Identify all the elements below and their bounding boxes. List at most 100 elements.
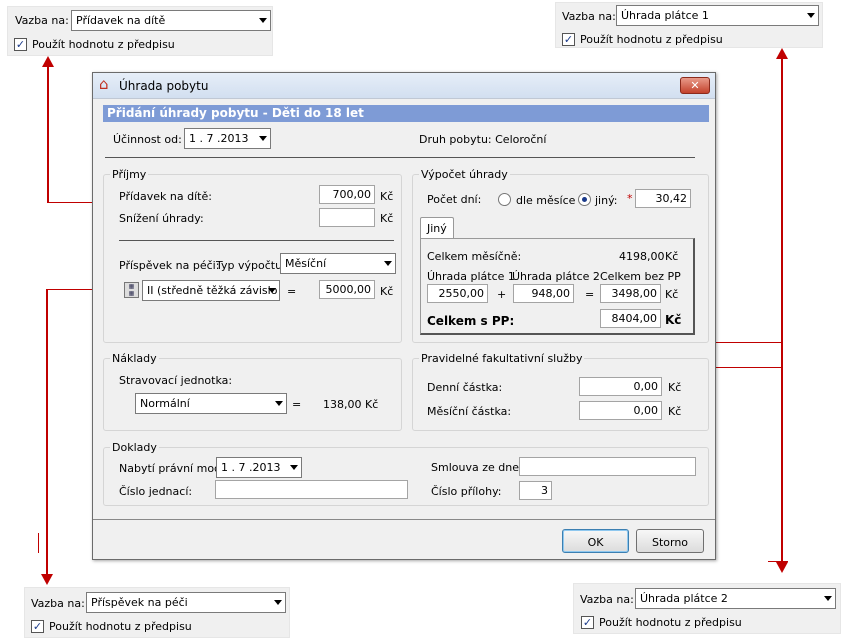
naklady-title: Náklady xyxy=(110,352,159,365)
prispevek-input[interactable]: 5000,00 xyxy=(319,280,375,299)
strav-select[interactable]: Normální xyxy=(135,393,287,414)
use-value-checkbox[interactable]: ✓ xyxy=(31,620,44,633)
uhrada2-input[interactable]: 948,00 xyxy=(513,284,574,303)
chevron-down-icon xyxy=(259,18,267,23)
use-value-checkbox[interactable]: ✓ xyxy=(581,616,594,629)
chevron-down-icon xyxy=(384,261,392,266)
equals-sign: = xyxy=(292,398,302,411)
celkem-bez-label: Celkem bez PP xyxy=(600,270,681,283)
uhrada1-label: Úhrada plátce 1 xyxy=(427,270,515,283)
use-value-label: Použít hodnotu z předpisu xyxy=(580,33,723,46)
callout-top-left: Vazba na: Přídavek na dítě ✓ Použít hodn… xyxy=(7,6,273,56)
connector-line xyxy=(768,561,788,562)
callout-bottom-right: Vazba na: Úhrada plátce 2 ✓ Použít hodno… xyxy=(573,583,841,634)
table-icon[interactable]: ▦ ▦ xyxy=(124,282,139,298)
plus-sign: + xyxy=(497,288,507,301)
close-icon: ✕ xyxy=(690,79,700,92)
kc-unit: Kč xyxy=(380,285,394,298)
prilohy-label: Číslo přílohy: xyxy=(431,485,502,498)
typ-vypoctu-label: Typ výpočtu: xyxy=(216,259,286,272)
connector-line xyxy=(47,66,49,203)
mesicni-input[interactable]: 0,00 xyxy=(579,401,662,420)
chevron-down-icon xyxy=(824,596,832,601)
form-header: Přidání úhrady pobytu - Děti do 18 let xyxy=(103,105,709,122)
equals-sign: = xyxy=(585,288,595,301)
ok-button[interactable]: OK xyxy=(562,529,629,553)
radio-dle-mesice-label: dle měsíce xyxy=(516,194,576,207)
celkem-bez-input: 3498,00 xyxy=(600,284,661,303)
use-value-label: Použít hodnotu z předpisu xyxy=(32,38,175,51)
mesicni-label: Měsíční částka: xyxy=(427,405,512,418)
callout-bottom-left: Vazba na: Příspěvek na péči ✓ Použít hod… xyxy=(24,587,290,638)
tab-jiny[interactable]: Jiný xyxy=(420,217,454,239)
use-value-checkbox[interactable]: ✓ xyxy=(14,38,27,51)
uhrada2-label: Úhrada plátce 2 xyxy=(512,270,600,283)
arrow-down-icon xyxy=(41,574,53,585)
vazba-label: Vazba na: xyxy=(580,593,634,606)
storno-button[interactable]: Storno xyxy=(636,529,704,553)
nabyti-label: Nabytí právní moci: xyxy=(119,462,227,475)
prispevek-label: Příspěvek na péči: xyxy=(119,259,220,272)
connector-line xyxy=(46,289,48,575)
vazba-select[interactable]: Úhrada plátce 2 xyxy=(635,588,836,609)
kc-unit: Kč xyxy=(665,313,682,327)
chevron-down-icon xyxy=(275,401,283,406)
cislo-jednaci-label: Číslo jednací: xyxy=(119,485,193,498)
vazba-select[interactable]: Přídavek na dítě xyxy=(71,10,271,31)
vazba-select[interactable]: Příspěvek na péči xyxy=(86,592,286,613)
connector-line xyxy=(781,58,783,564)
arrow-up-icon xyxy=(42,56,54,67)
celkem-mesicne-label: Celkem měsíčně: xyxy=(427,250,522,263)
pridavek-input[interactable]: 700,00 xyxy=(319,185,375,204)
divider xyxy=(105,157,695,158)
chevron-down-icon xyxy=(807,13,815,18)
snizeni-label: Snížení úhrady: xyxy=(119,212,204,225)
kc-unit: Kč xyxy=(665,288,679,301)
vazba-label: Vazba na: xyxy=(562,10,616,23)
chevron-down-icon xyxy=(274,600,282,605)
chevron-down-icon xyxy=(268,288,276,293)
vazba-label: Vazba na: xyxy=(31,597,85,610)
stupen-select[interactable]: II (středně těžká závislo xyxy=(142,280,280,301)
sluzby-group xyxy=(412,358,709,431)
dialog-title: Úhrada pobytu xyxy=(119,79,209,93)
snizeni-input[interactable] xyxy=(319,208,375,227)
arrow-down-icon xyxy=(776,562,788,573)
ucinnost-label: Účinnost od: xyxy=(113,133,182,146)
radio-jiny[interactable] xyxy=(578,193,591,206)
uhrada1-input[interactable]: 2550,00 xyxy=(427,284,488,303)
celkem-spp-label: Celkem s PP: xyxy=(427,314,515,328)
required-asterisk: * xyxy=(627,192,633,205)
vazba-select[interactable]: Úhrada plátce 1 xyxy=(616,5,819,26)
strav-label: Stravovací jednotka: xyxy=(119,374,233,387)
radio-dle-mesice[interactable] xyxy=(498,193,511,206)
ucinnost-date-picker[interactable]: 1 . 7 .2013 xyxy=(184,128,271,149)
use-value-checkbox[interactable]: ✓ xyxy=(562,33,575,46)
nabyti-date-picker[interactable]: 1 . 7 .2013 xyxy=(216,457,302,478)
denni-label: Denní částka: xyxy=(427,381,503,394)
arrow-up-icon xyxy=(776,48,788,59)
typ-vypoctu-select[interactable]: Měsíční xyxy=(280,253,396,274)
house-icon: ⌂ xyxy=(99,75,109,93)
equals-sign: = xyxy=(287,285,297,298)
prijmy-title: Příjmy xyxy=(110,168,149,181)
dialog-window: ⌂ Úhrada pobytu ✕ Přidání úhrady pobytu … xyxy=(92,72,716,560)
kc-unit: Kč xyxy=(668,405,682,418)
sluzby-title: Pravidelné fakultativní služby xyxy=(419,352,585,365)
kc-unit: Kč xyxy=(380,190,394,203)
jiny-input[interactable]: 30,42 xyxy=(635,189,691,208)
celkem-spp-input: 8404,00 xyxy=(600,309,661,328)
pridavek-label: Přídavek na dítě: xyxy=(119,190,212,203)
vazba-label: Vazba na: xyxy=(15,14,69,27)
chevron-down-icon xyxy=(259,136,267,141)
smlouva-input[interactable] xyxy=(519,457,696,476)
denni-input[interactable]: 0,00 xyxy=(579,377,662,396)
strav-amount: 138,00 xyxy=(323,398,362,411)
callout-top-right: Vazba na: Úhrada plátce 1 ✓ Použít hodno… xyxy=(555,2,823,48)
close-button[interactable]: ✕ xyxy=(680,77,710,94)
cislo-jednaci-input[interactable] xyxy=(215,480,408,499)
smlouva-label: Smlouva ze dne: xyxy=(431,461,523,474)
prilohy-input[interactable]: 3 xyxy=(519,481,552,500)
kc-unit: Kč xyxy=(668,381,682,394)
divider xyxy=(119,240,394,241)
